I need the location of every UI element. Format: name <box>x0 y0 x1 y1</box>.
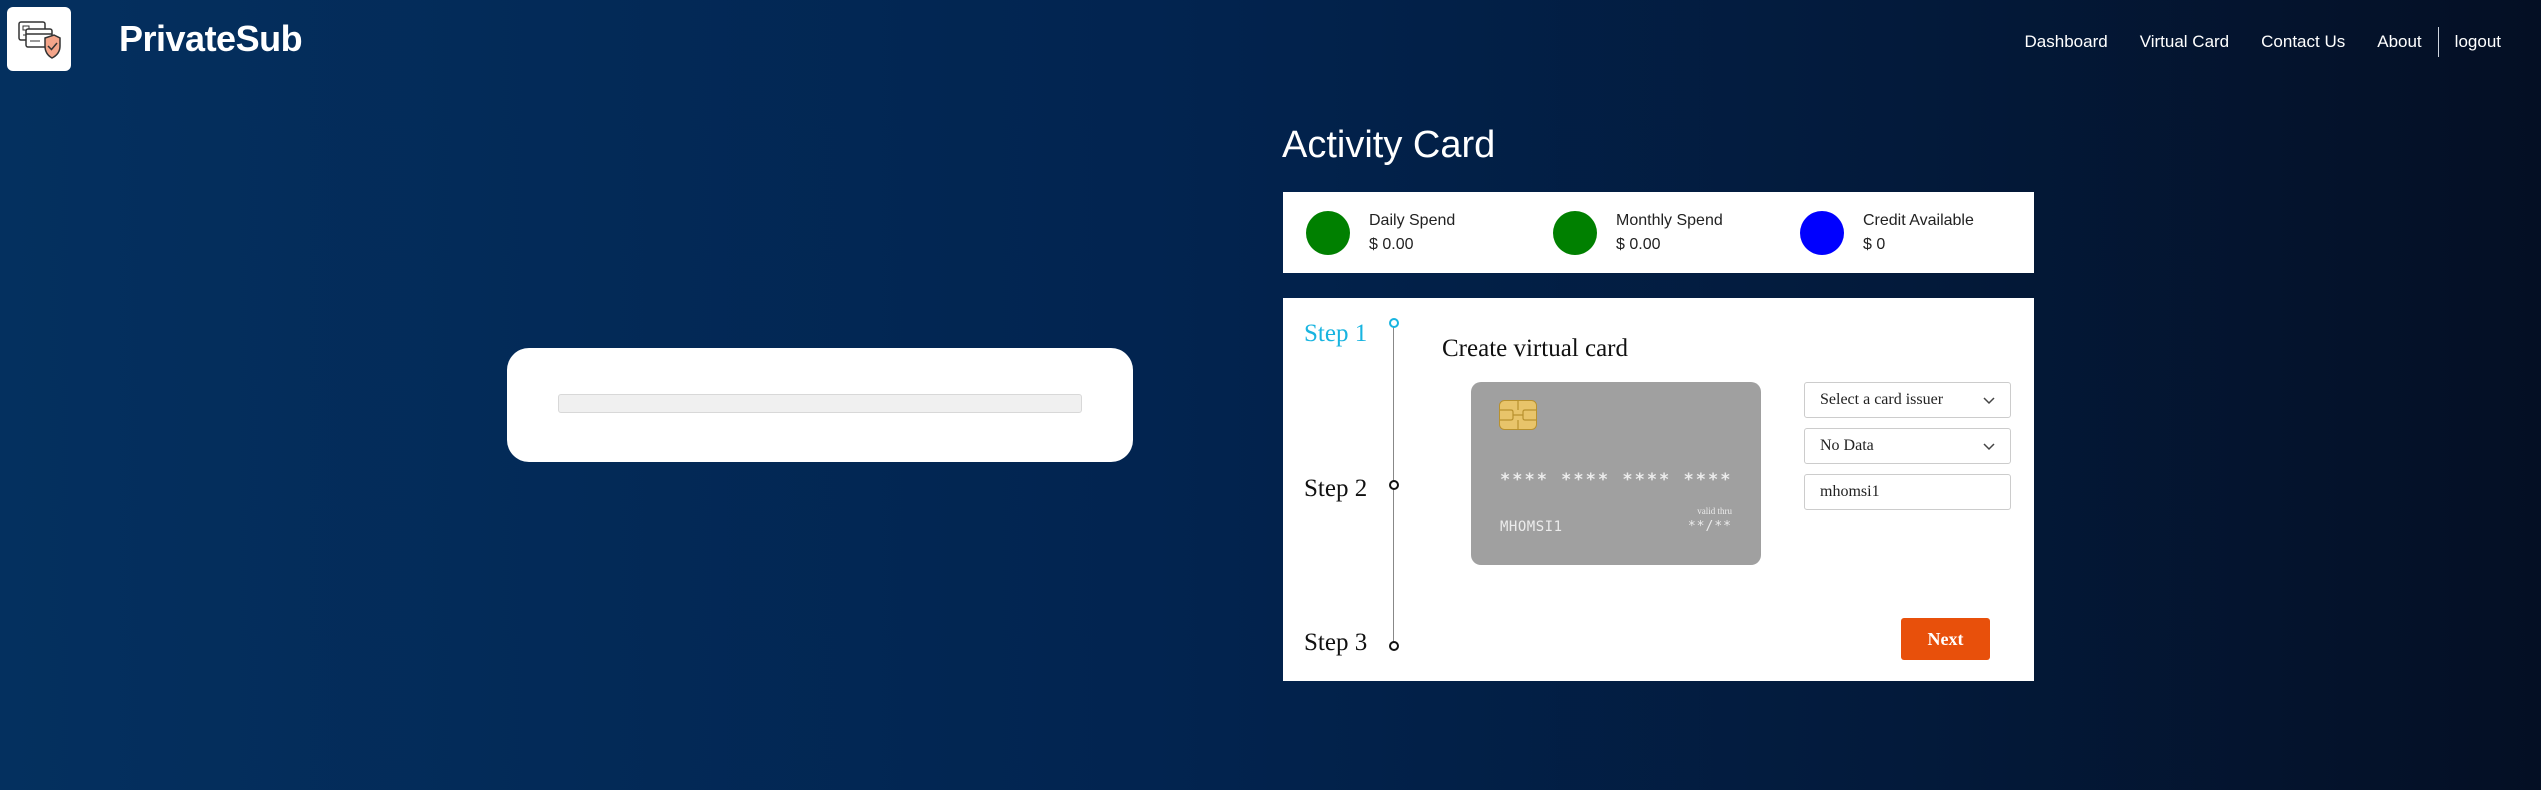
card-data-select[interactable]: No Data <box>1804 428 2011 464</box>
step-3-node-icon <box>1389 641 1399 651</box>
card-holder-name: MHOMSI1 <box>1500 519 1563 535</box>
nav-logout[interactable]: logout <box>2455 32 2501 52</box>
card-expiry: **/** <box>1687 519 1732 534</box>
credit-available-label: Credit Available <box>1863 211 1974 229</box>
step-3-label[interactable]: Step 3 <box>1304 629 1367 657</box>
stat-monthly-spend: Monthly Spend $ 0.00 <box>1553 192 1723 273</box>
card-data-select-value: No Data <box>1820 437 1874 454</box>
activity-card-title: Activity Card <box>1282 124 1496 166</box>
step-2-node-icon <box>1389 480 1399 490</box>
create-card-stepper: Step 1 Step 2 Step 3 Create virtual card… <box>1283 298 2034 681</box>
daily-spend-indicator-icon <box>1306 210 1350 255</box>
stats-panel: Daily Spend $ 0.00 Monthly Spend $ 0.00 … <box>1283 192 2034 273</box>
chevron-down-icon <box>1983 397 1995 405</box>
daily-spend-value: $ 0.00 <box>1369 235 1414 253</box>
stat-daily-spend: Daily Spend $ 0.00 <box>1306 192 1455 273</box>
next-button[interactable]: Next <box>1901 618 1990 660</box>
card-name-input[interactable] <box>1804 474 2011 510</box>
nav-virtual-card[interactable]: Virtual Card <box>2140 32 2229 52</box>
valid-thru-label: valid thru <box>1697 506 1732 516</box>
loading-card <box>507 348 1133 462</box>
virtual-card-preview: **** **** **** **** MHOMSI1 valid thru *… <box>1471 382 1761 565</box>
create-virtual-card-title: Create virtual card <box>1442 335 1629 362</box>
credit-available-indicator-icon <box>1800 210 1844 255</box>
nav-about[interactable]: About <box>2377 32 2421 52</box>
nav-contact-us[interactable]: Contact Us <box>2261 32 2345 52</box>
monthly-spend-indicator-icon <box>1553 210 1597 255</box>
card-number: **** **** **** **** <box>1500 470 1733 490</box>
card-issuer-select[interactable]: Select a card issuer <box>1804 382 2011 418</box>
card-shield-logo-icon <box>18 21 61 59</box>
card-chip-icon <box>1499 400 1537 430</box>
stat-credit-available: Credit Available $ 0 <box>1800 192 1974 273</box>
step-1-node-icon <box>1389 318 1399 328</box>
nav-divider <box>2437 27 2439 57</box>
app-logo[interactable] <box>7 7 71 71</box>
nav-dashboard[interactable]: Dashboard <box>2025 32 2108 52</box>
brand-title: PrivateSub <box>119 18 303 59</box>
monthly-spend-label: Monthly Spend <box>1616 211 1723 229</box>
loading-placeholder-bar <box>558 394 1082 413</box>
chevron-down-icon <box>1983 443 1995 451</box>
credit-available-value: $ 0 <box>1863 235 1886 253</box>
step-1-label[interactable]: Step 1 <box>1304 320 1367 348</box>
top-nav: Dashboard Virtual Card Contact Us About … <box>1993 27 2501 57</box>
step-2-label[interactable]: Step 2 <box>1304 475 1367 503</box>
daily-spend-label: Daily Spend <box>1369 211 1456 229</box>
card-issuer-select-value: Select a card issuer <box>1820 391 1944 408</box>
monthly-spend-value: $ 0.00 <box>1616 235 1661 253</box>
